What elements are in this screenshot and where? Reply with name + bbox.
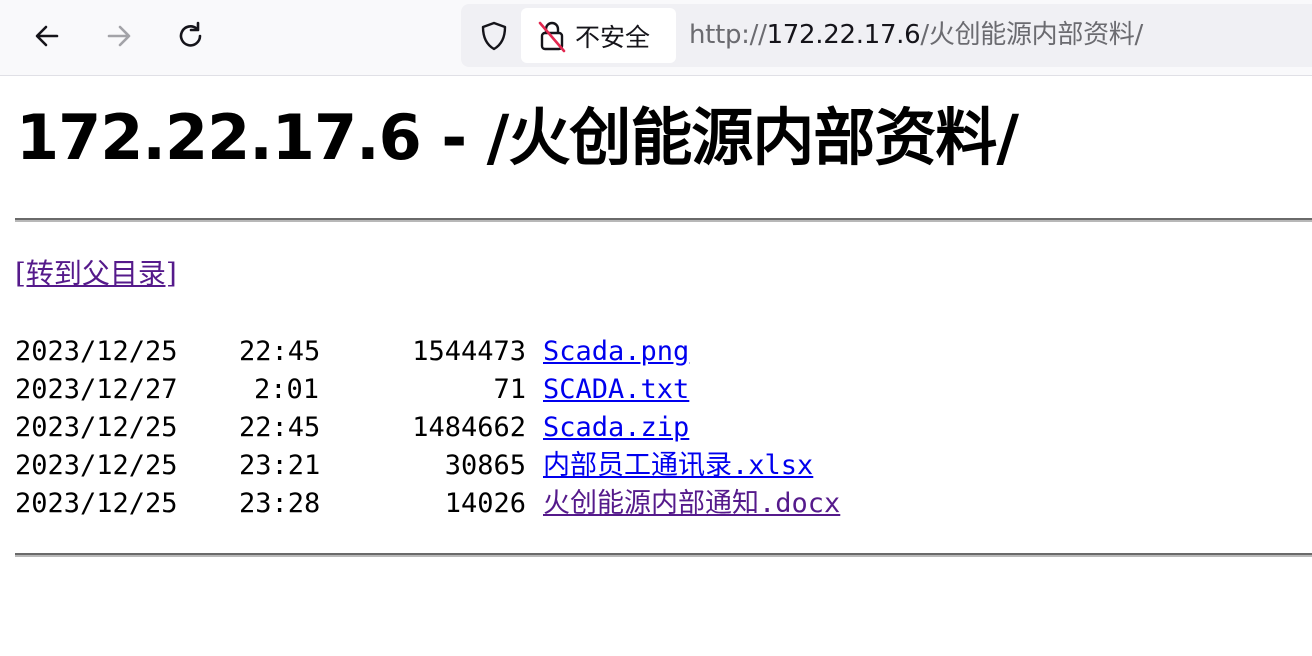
- file-row: 2023/12/27 2:01 71 SCADA.txt: [15, 371, 1305, 409]
- file-time: 22:45: [239, 336, 321, 367]
- file-size: 1544473: [412, 336, 526, 367]
- divider: [15, 218, 1312, 222]
- page-title: 172.22.17.6 - /火创能源内部资料/: [16, 101, 1019, 174]
- browser-toolbar: 不安全 http://172.22.17.6/火创能源内部资料/: [0, 0, 1312, 76]
- back-button[interactable]: [25, 14, 69, 58]
- file-time: 23:28: [239, 488, 321, 519]
- url-host: 172.22.17.6: [766, 20, 921, 50]
- file-size: 30865: [444, 450, 526, 481]
- tracking-protection-button[interactable]: [474, 14, 514, 58]
- arrow-left-icon: [35, 25, 59, 47]
- file-date: 2023/12/25: [15, 488, 178, 519]
- file-row: 2023/12/25 22:45 1484662 Scada.zip: [15, 409, 1305, 447]
- file-size: 71: [493, 374, 526, 405]
- file-link[interactable]: Scada.zip: [543, 409, 689, 447]
- file-link[interactable]: SCADA.txt: [543, 371, 689, 409]
- shield-icon: [481, 21, 507, 51]
- file-row: 2023/12/25 23:21 30865 内部员工通讯录.xlsx: [15, 447, 1305, 485]
- url-text[interactable]: http://172.22.17.6/火创能源内部资料/: [689, 17, 1143, 53]
- security-label: 不安全: [575, 22, 651, 52]
- file-date: 2023/12/25: [15, 450, 178, 481]
- file-listing: 2023/12/25 22:45 1544473 Scada.png 2023/…: [15, 333, 1305, 523]
- file-row: 2023/12/25 23:28 14026 火创能源内部通知.docx: [15, 485, 1305, 523]
- file-link[interactable]: 内部员工通讯录.xlsx: [543, 447, 813, 485]
- url-scheme: http://: [689, 20, 767, 50]
- reload-icon: [179, 21, 202, 47]
- file-link[interactable]: Scada.png: [543, 333, 689, 371]
- url-path: /火创能源内部资料/: [920, 20, 1143, 50]
- lock-broken-icon: [538, 21, 566, 52]
- file-link[interactable]: 火创能源内部通知.docx: [543, 485, 840, 523]
- parent-directory-link[interactable]: [转到父目录]: [15, 254, 177, 294]
- file-time: 2:01: [253, 374, 319, 405]
- file-size: 1484662: [412, 412, 526, 443]
- forward-button[interactable]: [97, 14, 141, 58]
- file-date: 2023/12/27: [15, 374, 178, 405]
- security-indicator[interactable]: 不安全: [521, 8, 676, 63]
- reload-button[interactable]: [169, 14, 213, 58]
- file-date: 2023/12/25: [15, 412, 178, 443]
- file-date: 2023/12/25: [15, 336, 178, 367]
- arrow-right-icon: [107, 25, 131, 47]
- file-row: 2023/12/25 22:45 1544473 Scada.png: [15, 333, 1305, 371]
- file-size: 14026: [444, 488, 526, 519]
- divider: [15, 553, 1312, 557]
- file-time: 23:21: [239, 450, 321, 481]
- file-time: 22:45: [239, 412, 321, 443]
